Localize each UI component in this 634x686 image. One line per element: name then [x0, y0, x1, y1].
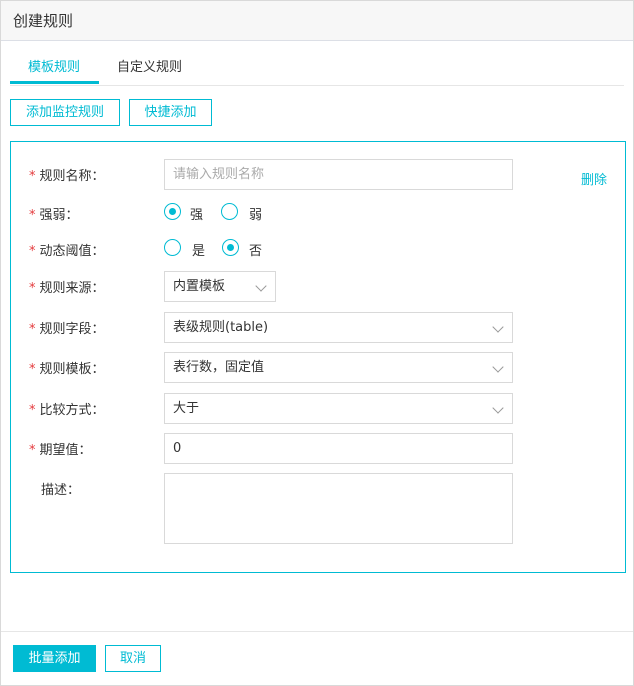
rule-name-label: * 规则名称： [29, 169, 105, 184]
chevron-down-icon [492, 402, 504, 414]
expected-value-label: * 期望值： [29, 443, 92, 458]
strength-weak-radio[interactable] [221, 203, 238, 220]
batch-add-button[interactable]: 批量添加 [13, 645, 96, 672]
quick-add-button[interactable]: 快捷添加 [129, 99, 212, 126]
expected-value-input[interactable]: 0 [164, 433, 513, 464]
rule-form-card: 删除 * 规则名称： 请输入规则名称 * 强弱： 强 弱 * 动态阈值： 是 否 * 规… [10, 141, 626, 573]
dialog-title: 创建规则 [13, 12, 74, 30]
dynamic-threshold-no-radio[interactable] [222, 239, 239, 256]
compare-method-select[interactable]: 大于 [164, 393, 513, 424]
dynamic-threshold-yes-label: 是 [192, 244, 206, 259]
strength-weak-label: 弱 [249, 208, 263, 223]
rule-source-label: * 规则来源： [29, 281, 105, 296]
chevron-down-icon [255, 280, 267, 292]
rule-source-value: 内置模板 [173, 279, 226, 294]
dynamic-threshold-yes-radio[interactable] [164, 239, 181, 256]
rule-template-label: * 规则模板： [29, 362, 105, 377]
rule-field-select[interactable]: 表级规则(table) [164, 312, 513, 343]
rule-name-input[interactable]: 请输入规则名称 [164, 159, 513, 190]
strength-label: * 强弱： [29, 208, 79, 223]
dynamic-threshold-no-label: 否 [249, 244, 263, 259]
rule-template-select[interactable]: 表行数，固定值 [164, 352, 513, 383]
footer-divider [1, 631, 633, 632]
tab-template-rule[interactable]: 模板规则 [28, 56, 80, 75]
description-label: 描述： [41, 483, 81, 498]
description-textarea[interactable] [164, 473, 513, 544]
strength-strong-label: 强 [190, 208, 204, 223]
active-tab-indicator [10, 81, 99, 84]
strength-strong-radio[interactable] [164, 203, 181, 220]
dialog-header: 创建规则 [1, 1, 633, 41]
rule-field-value: 表级规则(table) [173, 320, 269, 335]
rule-type-tabs: 模板规则 自定义规则 [10, 41, 624, 86]
add-monitor-rule-button[interactable]: 添加监控规则 [10, 99, 120, 126]
tab-custom-rule[interactable]: 自定义规则 [117, 56, 182, 75]
compare-method-value: 大于 [173, 401, 200, 416]
rule-source-select[interactable]: 内置模板 [164, 271, 276, 302]
rule-template-value: 表行数，固定值 [173, 360, 265, 375]
create-rule-dialog: 创建规则 模板规则 自定义规则 添加监控规则 快捷添加 删除 * 规则名称： 请输… [0, 0, 634, 686]
delete-rule-link[interactable]: 删除 [581, 169, 607, 188]
dynamic-threshold-label: * 动态阈值： [29, 244, 105, 259]
chevron-down-icon [492, 361, 504, 373]
chevron-down-icon [492, 321, 504, 333]
rule-field-label: * 规则字段： [29, 322, 105, 337]
cancel-button[interactable]: 取消 [105, 645, 161, 672]
compare-method-label: * 比较方式： [29, 403, 105, 418]
